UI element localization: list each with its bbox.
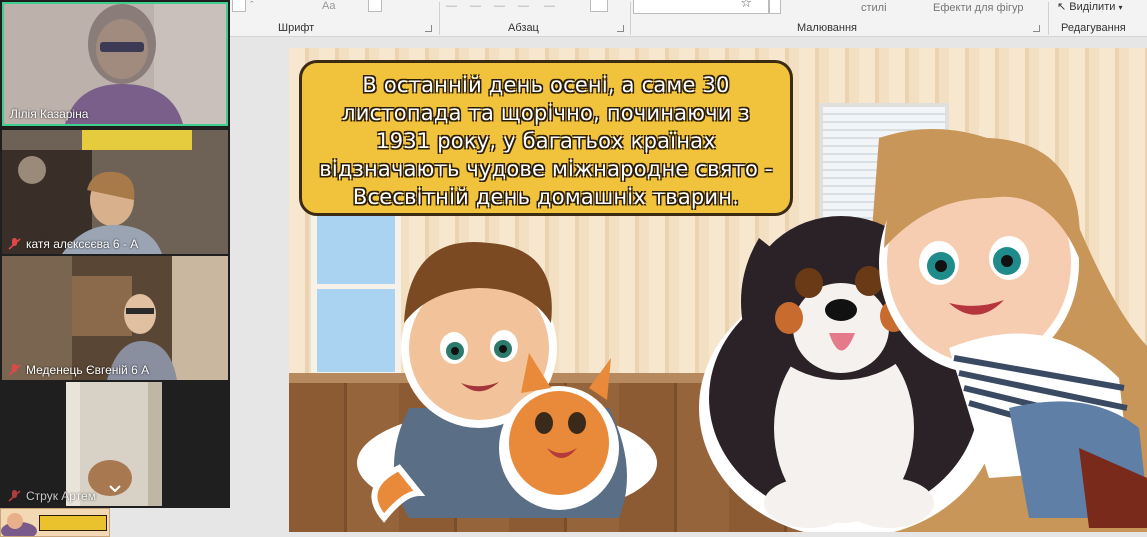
select-button[interactable]: ↖ Виділити ▾ [1057, 0, 1122, 13]
align-left-icon[interactable]: — [446, 0, 457, 12]
thumbnail-illustration [1, 513, 37, 536]
ribbon-group-drawing: ☆ стилі Ефекти для фігур Малювання [631, 0, 1047, 37]
align-center-icon[interactable]: — [470, 0, 481, 12]
participants-panel: Лілія Казаріна катя алєксєєва 6 - А Меде… [0, 0, 230, 508]
shape-star-icon[interactable]: ☆ [740, 0, 752, 11]
text-direction-button[interactable] [590, 0, 608, 12]
ribbon-group-paragraph: — — — — — Абзац [440, 0, 630, 37]
slide[interactable]: В останній день осені, а саме 30 листопа… [289, 48, 1147, 532]
ribbon: ˆ Aa Шрифт — — — — — Абзац ☆ стилі Ефект… [230, 0, 1147, 37]
ribbon-group-label-paragraph: Абзац [508, 22, 539, 34]
drawing-dialog-launcher[interactable] [1033, 25, 1040, 32]
justify-icon[interactable]: — [518, 0, 529, 12]
app-window: ˆ Aa Шрифт — — — — — Абзац ☆ стилі Ефект… [0, 0, 1147, 537]
font-size-icon[interactable]: ˆ [250, 0, 254, 12]
ribbon-group-label-font: Шрифт [278, 22, 315, 34]
participant-name: катя алєксєєва 6 - А [8, 237, 138, 251]
shape-effects-button[interactable]: Ефекти для фігур [933, 2, 1024, 14]
quick-styles-button[interactable]: стилі [861, 2, 887, 14]
slide-text-box[interactable]: В останній день осені, а саме 30 листопа… [299, 60, 793, 216]
mic-off-icon [8, 490, 22, 502]
participant-tile[interactable]: Лілія Казаріна [2, 2, 228, 126]
columns-icon[interactable]: — [544, 0, 555, 12]
participant-name-label: катя алєксєєва 6 - А [26, 237, 139, 251]
participant-name-label: Меденець Євгеній 6 А [26, 363, 150, 377]
boy-cat-illustration [357, 242, 657, 523]
ribbon-group-editing: ↖ Виділити ▾ Редагування [1049, 0, 1147, 37]
chevron-down-icon[interactable] [105, 482, 125, 498]
select-button-label: Виділити [1069, 1, 1116, 13]
mic-off-icon [8, 364, 22, 376]
ribbon-group-font: ˆ Aa Шрифт [230, 0, 440, 37]
participant-video [2, 256, 228, 380]
participant-name: Лілія Казаріна [10, 107, 89, 121]
font-controls-row[interactable] [232, 0, 246, 12]
ribbon-group-label-drawing: Малювання [797, 22, 858, 34]
shapes-gallery[interactable]: ☆ [633, 0, 769, 14]
thumbnail-text-box [39, 515, 107, 531]
mic-off-icon [8, 238, 22, 250]
participant-video [2, 130, 228, 254]
participant-tile[interactable]: Меденець Євгеній 6 А [2, 256, 228, 380]
slide-thumbnail[interactable] [0, 508, 110, 537]
ribbon-group-label-editing: Редагування [1061, 22, 1126, 34]
cursor-icon: ↖ [1057, 1, 1067, 13]
shapes-gallery-scroll[interactable] [769, 0, 781, 14]
participant-tile[interactable]: катя алєксєєва 6 - А [2, 130, 228, 254]
participant-name-label: Струк Артем [26, 489, 96, 503]
font-dialog-launcher[interactable] [425, 25, 432, 32]
participant-name: Меденець Євгеній 6 А [8, 363, 149, 377]
clear-format-button[interactable] [368, 0, 382, 12]
participant-name: Струк Артем [8, 489, 96, 503]
chevron-down-icon: ▾ [1118, 3, 1123, 12]
align-right-icon[interactable]: — [494, 0, 505, 12]
paragraph-dialog-launcher[interactable] [617, 25, 624, 32]
font-color-icon[interactable]: Aa [322, 0, 335, 12]
